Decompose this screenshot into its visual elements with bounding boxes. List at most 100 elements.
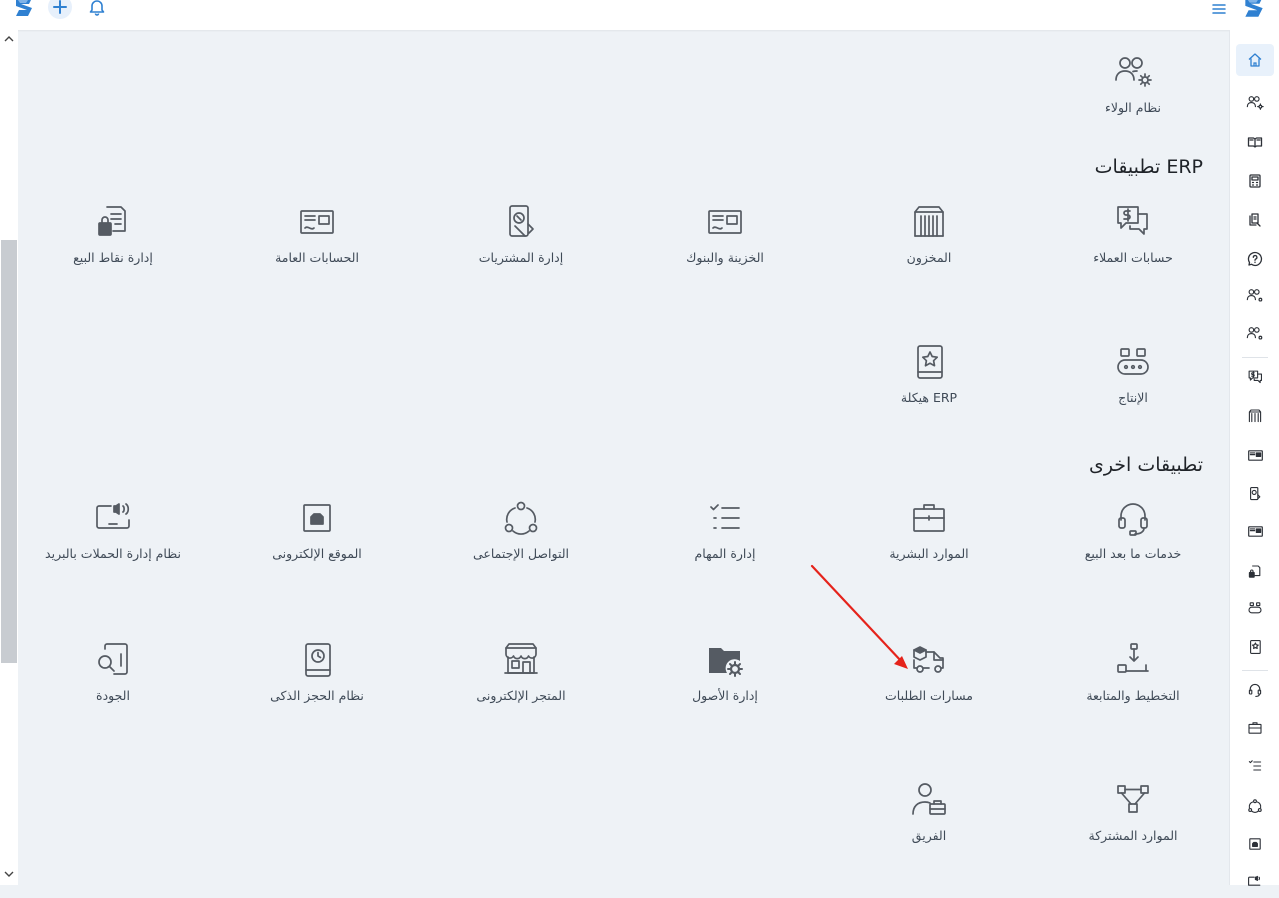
sidebar-money-chat-icon[interactable] — [1236, 361, 1274, 393]
scrollbar-thumb[interactable] — [1, 240, 17, 663]
sidebar-card-icon[interactable] — [1236, 439, 1274, 471]
app-label: حسابات العملاء — [1093, 250, 1173, 265]
sidebar-warehouse-icon[interactable] — [1236, 400, 1274, 432]
warehouse-icon — [907, 200, 951, 244]
app-label: نظام الحجز الذكى — [270, 688, 364, 703]
hamburger-menu-icon[interactable] — [1206, 0, 1232, 22]
app-team[interactable]: الفريق — [829, 778, 1029, 843]
flow-icon — [1111, 778, 1155, 822]
app-label: الفريق — [911, 828, 947, 843]
sidebar-calculator-icon[interactable] — [1236, 165, 1274, 197]
app-label: المخزون — [906, 250, 952, 265]
scroll-down-arrow-icon[interactable] — [3, 868, 15, 880]
app-label: التواصل الإجتماعى — [472, 546, 570, 561]
app-tasks[interactable]: إدارة المهام — [625, 496, 825, 561]
card-icon — [295, 200, 339, 244]
users-gear-icon — [1111, 50, 1155, 94]
sidebar-robot-icon[interactable] — [1236, 592, 1274, 624]
store-icon — [499, 638, 543, 682]
app-label: التخطيط والمتابعة — [1086, 688, 1180, 703]
app-label: خدمات ما بعد البيع — [1084, 546, 1182, 561]
clock-book-icon — [295, 638, 339, 682]
sidebar-card-icon[interactable] — [1236, 515, 1274, 547]
sidebar-divider — [1242, 357, 1268, 358]
app-label: الخزينة والبنوك — [686, 250, 764, 265]
apps-panel: نظام الولاء تطبيقات ERP حسابات العملاء ا… — [18, 30, 1229, 885]
section-title-other: تطبيقات اخرى — [1088, 454, 1203, 476]
website-icon — [295, 496, 339, 540]
sidebar-document-stack-icon[interactable] — [1236, 204, 1274, 236]
app-label: الموقع الإلكترونى — [272, 546, 362, 561]
sidebar-star-book-icon[interactable] — [1236, 631, 1274, 663]
add-icon[interactable] — [48, 0, 72, 19]
app-loyalty[interactable]: نظام الولاء — [1033, 50, 1233, 115]
app-label: الحسابات العامة — [275, 250, 359, 265]
sidebar-users-icon[interactable] — [1236, 280, 1274, 312]
app-label: إدارة الأصول — [692, 688, 758, 703]
app-after-sales[interactable]: خدمات ما بعد البيع — [1033, 496, 1233, 561]
network-icon — [499, 496, 543, 540]
app-shared-resources[interactable]: الموارد المشتركة — [1033, 778, 1233, 843]
sidebar-home-icon[interactable] — [1236, 44, 1274, 76]
sidebar-briefcase-icon[interactable] — [1236, 712, 1274, 744]
app-label: مسارات الطلبات — [885, 688, 973, 703]
sidebar-users-icon[interactable] — [1236, 318, 1274, 350]
sidebar-task-list-icon[interactable] — [1236, 750, 1274, 782]
app-manufacturing[interactable]: الإنتاج — [1033, 340, 1233, 405]
app-label: نظام إدارة الحملات بالبريد — [45, 546, 181, 561]
app-label: الموارد البشرية — [889, 546, 969, 561]
planning-icon — [1111, 638, 1155, 682]
app-planning[interactable]: التخطيط والمتابعة — [1033, 638, 1233, 703]
sidebar-lock-doc-icon[interactable] — [1236, 556, 1274, 588]
app-label: الموارد المشتركة — [1088, 828, 1178, 843]
app-erp-structure[interactable]: هيكلة ERP — [829, 340, 1029, 405]
right-sidebar — [1229, 30, 1279, 886]
sidebar-question-icon[interactable] — [1236, 243, 1274, 275]
scroll-up-arrow-icon[interactable] — [3, 33, 15, 45]
app-quality[interactable]: الجودة — [13, 638, 213, 703]
sidebar-network-icon[interactable] — [1236, 790, 1274, 822]
app-pos[interactable]: إدارة نقاط البيع — [13, 200, 213, 265]
app-logo-icon[interactable] — [11, 0, 37, 20]
folder-gear-icon — [703, 638, 747, 682]
scrollbar[interactable] — [0, 30, 18, 885]
app-treasury[interactable]: الخزينة والبنوك — [625, 200, 825, 265]
app-label: المتجر الإلكترونى — [476, 688, 566, 703]
app-label: الجودة — [96, 688, 130, 703]
hand-money-icon — [499, 200, 543, 244]
app-booking[interactable]: نظام الحجز الذكى — [217, 638, 417, 703]
sidebar-megaphone-icon[interactable] — [1236, 866, 1274, 898]
bell-icon[interactable] — [84, 0, 110, 20]
headset-icon — [1111, 496, 1155, 540]
app-purchases[interactable]: إدارة المشتريات — [421, 200, 621, 265]
app-ecommerce[interactable]: المتجر الإلكترونى — [421, 638, 621, 703]
sidebar-book-icon[interactable] — [1236, 126, 1274, 158]
app-website[interactable]: الموقع الإلكترونى — [217, 496, 417, 561]
annotation-arrow — [810, 564, 908, 669]
app-email-campaigns[interactable]: نظام إدارة الحملات بالبريد — [13, 496, 213, 561]
brand-logo-icon[interactable] — [1241, 0, 1267, 20]
app-label: إدارة المهام — [694, 546, 756, 561]
sidebar-website-icon[interactable] — [1236, 828, 1274, 860]
app-customers[interactable]: حسابات العملاء — [1033, 200, 1233, 265]
app-label: نظام الولاء — [1105, 100, 1161, 115]
app-assets[interactable]: إدارة الأصول — [625, 638, 825, 703]
app-hr[interactable]: الموارد البشرية — [829, 496, 1029, 561]
app-label: إدارة نقاط البيع — [73, 250, 153, 265]
search-doc-icon — [91, 638, 135, 682]
sidebar-users-gear-icon[interactable] — [1236, 87, 1274, 119]
sidebar-hand-money-icon[interactable] — [1236, 478, 1274, 510]
sidebar-headset-icon[interactable] — [1236, 674, 1274, 706]
sidebar-divider — [1242, 670, 1268, 671]
app-label: الإنتاج — [1118, 390, 1148, 405]
task-list-icon — [703, 496, 747, 540]
app-label: إدارة المشتريات — [478, 250, 564, 265]
app-general-accounts[interactable]: الحسابات العامة — [217, 200, 417, 265]
star-book-icon — [907, 340, 951, 384]
user-briefcase-icon — [907, 778, 951, 822]
card-icon — [703, 200, 747, 244]
app-inventory[interactable]: المخزون — [829, 200, 1029, 265]
money-chat-icon — [1111, 200, 1155, 244]
lock-doc-icon — [91, 200, 135, 244]
app-social[interactable]: التواصل الإجتماعى — [421, 496, 621, 561]
